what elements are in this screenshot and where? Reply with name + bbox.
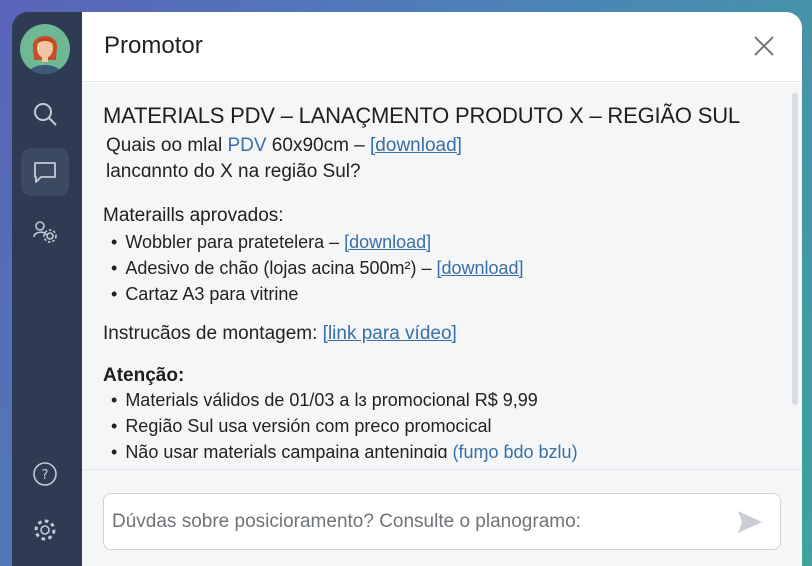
pdv-label: PDV: [227, 135, 267, 156]
help-icon: ?: [33, 462, 57, 486]
item-text: Adesivo de chão (lojas acina 500m²) –: [125, 258, 437, 278]
send-icon[interactable]: [736, 509, 764, 535]
sidebar: ?: [12, 12, 82, 566]
instructions-label: Instrucãos de montagem:: [103, 323, 323, 344]
users-settings-icon: [33, 221, 57, 243]
search-button[interactable]: [21, 90, 69, 138]
users-settings-button[interactable]: [21, 208, 69, 256]
list-item: Wobbler para pratetelera – [download]: [103, 229, 802, 255]
instructions-line: Instrucãos de montagem: [link para vídeo…: [103, 323, 802, 345]
item-note: (fuɱo ɓdo bzlu): [452, 442, 578, 462]
item-text: Cartaz A3 para vitrine: [125, 284, 299, 304]
question-line-1: Quais oo mlal PDV 60x90cm – [download]: [103, 133, 802, 159]
chat-input[interactable]: [104, 494, 724, 549]
panel-header: Promotor: [82, 12, 802, 82]
list-item: Materials válidos de 01/03 a lɜ promocio…: [103, 387, 802, 413]
message-content: MATERIALS PDV – LANAÇMENTO PRODUTO X – R…: [82, 83, 802, 469]
help-button[interactable]: ?: [21, 450, 69, 498]
chat-button[interactable]: [21, 148, 69, 196]
settings-button[interactable]: [21, 506, 69, 554]
close-icon[interactable]: [752, 34, 776, 58]
list-item: Adesivo de chão (lojas acina 500m²) – [d…: [103, 255, 802, 281]
approved-title: Materaills aprovados:: [103, 205, 284, 226]
download-link[interactable]: [download]: [344, 232, 431, 252]
chat-icon: [34, 162, 56, 183]
chat-input-box: [103, 493, 781, 550]
question-line-2: lancɑnnto do X na região Sul?: [106, 161, 361, 182]
chat-footer: [82, 469, 802, 566]
search-icon: [34, 103, 57, 126]
download-link[interactable]: [download]: [370, 135, 462, 156]
video-link[interactable]: [link para vídeo]: [323, 323, 457, 344]
message-heading: MATERIALS PDV – LANAÇMENTO PRODUTO X – R…: [103, 103, 740, 128]
page-title: Promotor: [104, 32, 203, 59]
svg-text:?: ?: [42, 468, 49, 483]
item-text: Materials válidos de 01/03 a lɜ promocio…: [125, 390, 538, 410]
attention-list: Materials válidos de 01/03 a lɜ promocio…: [103, 387, 802, 465]
list-item: Não usar materials campaina anteninɑiɑ (…: [103, 439, 802, 465]
question-size: 60x90cm –: [266, 135, 371, 156]
scrollbar[interactable]: [792, 93, 798, 405]
item-text: Wobbler para pratetelera –: [125, 232, 345, 252]
avatar[interactable]: [20, 24, 70, 74]
attention-title: Atenção:: [103, 365, 185, 386]
question-text: Quais oo mlal: [106, 135, 228, 156]
gear-icon: [34, 519, 56, 541]
item-text: Região Sul usa versión com preco promoci…: [125, 416, 492, 436]
avatar-image: [28, 36, 62, 74]
approved-list: Wobbler para pratetelera – [download] Ad…: [103, 229, 802, 307]
list-item: Cartaz A3 para vitrine: [103, 281, 802, 307]
item-text: Não usar materials campaina anteninɑiɑ: [125, 442, 453, 462]
chat-panel: Promotor MATERIALS PDV – LANAÇMENTO PROD…: [82, 12, 802, 566]
list-item: Região Sul usa versión com preco promoci…: [103, 413, 802, 439]
download-link[interactable]: [download]: [436, 258, 523, 278]
